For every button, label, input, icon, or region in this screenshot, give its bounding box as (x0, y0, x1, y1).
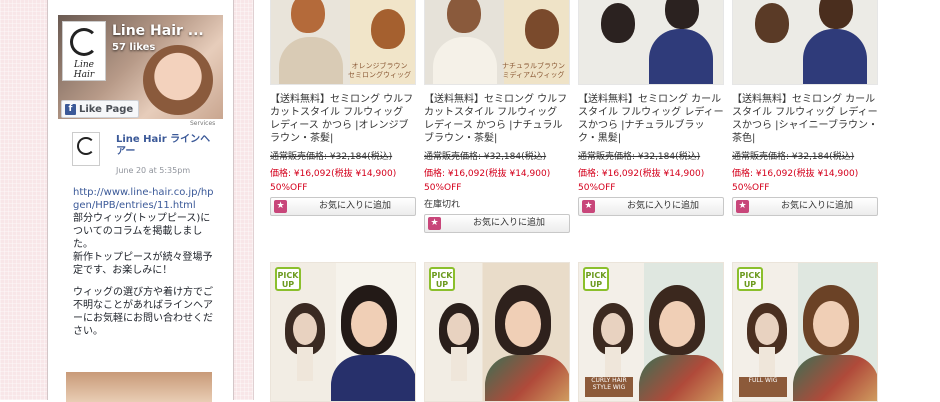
post-date[interactable]: June 20 at 5:35pm (116, 166, 190, 175)
facebook-widget: Line Hair Line Hair ... 57 likes f Like … (47, 0, 234, 400)
product-image[interactable]: ナチュラルブラウン ミディアムウィッグ (424, 0, 570, 85)
regular-price: 通常販売価格: ¥32,184(税込) (270, 152, 393, 162)
stock-status: 在庫切れ (424, 200, 461, 210)
regular-price: 通常販売価格: ¥32,184(税込) (424, 152, 547, 162)
pickup-tag: CURLY HAIR STYLE WIG (585, 377, 633, 397)
product-card: オレンジブラウン セミロングウィッグ 【送料無料】セミロング ウルフカットスタイ… (270, 0, 416, 216)
pickup-tag (431, 377, 479, 397)
sale-price: 価格: ¥16,092(税抜 ¥14,900) (578, 169, 705, 179)
add-to-favorites-button[interactable]: ★ お気に入りに追加 (424, 214, 570, 233)
discount-label: 50%OFF (424, 183, 462, 193)
line-hair-logo-icon (77, 137, 95, 155)
star-icon: ★ (582, 200, 595, 213)
pickup-product-image[interactable]: PICK UP (424, 262, 570, 402)
product-title[interactable]: 【送料無料】セミロング ウルフカットスタイル フルウィッグ レディース かつら … (270, 93, 416, 145)
pickup-tag (277, 377, 325, 397)
product-title[interactable]: 【送料無料】セミロング カールスタイル フルウィッグ レディースかつら |ナチュ… (578, 93, 724, 145)
cover-model-image (143, 45, 213, 115)
post-text-2: 新作トップピースが続々登場予定です、お楽しみに！ (73, 252, 213, 276)
product-image[interactable] (578, 0, 724, 85)
regular-price: 通常販売価格: ¥32,184(税込) (578, 152, 701, 162)
post-text-1: 部分ウィッグ(トップピース)についてのコラムを掲載しました。 (73, 213, 211, 250)
services-label: Services (190, 120, 216, 127)
product-card: 【送料無料】セミロング カールスタイル フルウィッグ レディースかつら |シャイ… (732, 0, 878, 216)
star-icon: ★ (274, 200, 287, 213)
post-avatar[interactable] (72, 132, 100, 166)
product-image[interactable]: オレンジブラウン セミロングウィッグ (270, 0, 416, 85)
product-image-caption: オレンジブラウン セミロングウィッグ (348, 62, 411, 79)
pickup-badge: PICK UP (275, 267, 301, 291)
pickup-product-image[interactable]: PICK UP FULL WIG (732, 262, 878, 402)
star-icon: ★ (428, 217, 441, 230)
discount-label: 50%OFF (270, 183, 308, 193)
product-card: 【送料無料】セミロング カールスタイル フルウィッグ レディースかつら |ナチュ… (578, 0, 724, 216)
product-card: ナチュラルブラウン ミディアムウィッグ 【送料無料】セミロング ウルフカットスタ… (424, 0, 570, 233)
facebook-icon: f (65, 103, 76, 115)
pickup-badge: PICK UP (737, 267, 763, 291)
line-hair-logo-icon (70, 28, 98, 56)
sale-price: 価格: ¥16,092(税抜 ¥14,900) (424, 169, 551, 179)
discount-label: 50%OFF (732, 183, 770, 193)
product-title[interactable]: 【送料無料】セミロング ウルフカットスタイル フルウィッグ レディース かつら … (424, 93, 570, 145)
product-image[interactable] (732, 0, 878, 85)
pickup-tag: FULL WIG (739, 377, 787, 397)
product-image-caption: ナチュラルブラウン ミディアムウィッグ (502, 62, 565, 79)
add-to-favorites-button[interactable]: ★ お気に入りに追加 (578, 197, 724, 216)
post-author[interactable]: Line Hair ラインヘアー (116, 134, 216, 158)
add-to-favorites-button[interactable]: ★ お気に入りに追加 (270, 197, 416, 216)
logo-text: Line Hair (73, 60, 95, 80)
pickup-product-image[interactable]: PICK UP (270, 262, 416, 402)
facebook-cover-photo[interactable]: Line Hair Line Hair ... 57 likes f Like … (58, 15, 223, 119)
page-logo[interactable]: Line Hair (62, 21, 106, 81)
pickup-badge: PICK UP (429, 267, 455, 291)
pickup-product-image[interactable]: PICK UP CURLY HAIR STYLE WIG (578, 262, 724, 402)
regular-price: 通常販売価格: ¥32,184(税込) (732, 152, 855, 162)
facebook-like-count: 57 likes (112, 42, 156, 53)
like-page-button[interactable]: f Like Page (61, 100, 140, 118)
pickup-badge: PICK UP (583, 267, 609, 291)
post-link[interactable]: http://www.line-hair.co.jp/hpgen/HPB/ent… (73, 187, 214, 211)
post-text-3: ウィッグの選び方や着け方でご不明なことがあればラインヘアーにお気軽にお問い合わせ… (73, 287, 213, 337)
post-body: http://www.line-hair.co.jp/hpgen/HPB/ent… (73, 186, 218, 347)
sale-price: 価格: ¥16,092(税抜 ¥14,900) (270, 169, 397, 179)
post-image[interactable] (66, 372, 212, 402)
sidebar: Line Hair Line Hair ... 57 likes f Like … (0, 0, 253, 402)
product-title[interactable]: 【送料無料】セミロング カールスタイル フルウィッグ レディースかつら |シャイ… (732, 93, 878, 145)
column-divider (253, 0, 254, 400)
facebook-page-name[interactable]: Line Hair ... (112, 23, 204, 39)
like-page-label: Like Page (79, 103, 134, 115)
discount-label: 50%OFF (578, 183, 616, 193)
star-icon: ★ (736, 200, 749, 213)
sale-price: 価格: ¥16,092(税抜 ¥14,900) (732, 169, 859, 179)
add-to-favorites-button[interactable]: ★ お気に入りに追加 (732, 197, 878, 216)
